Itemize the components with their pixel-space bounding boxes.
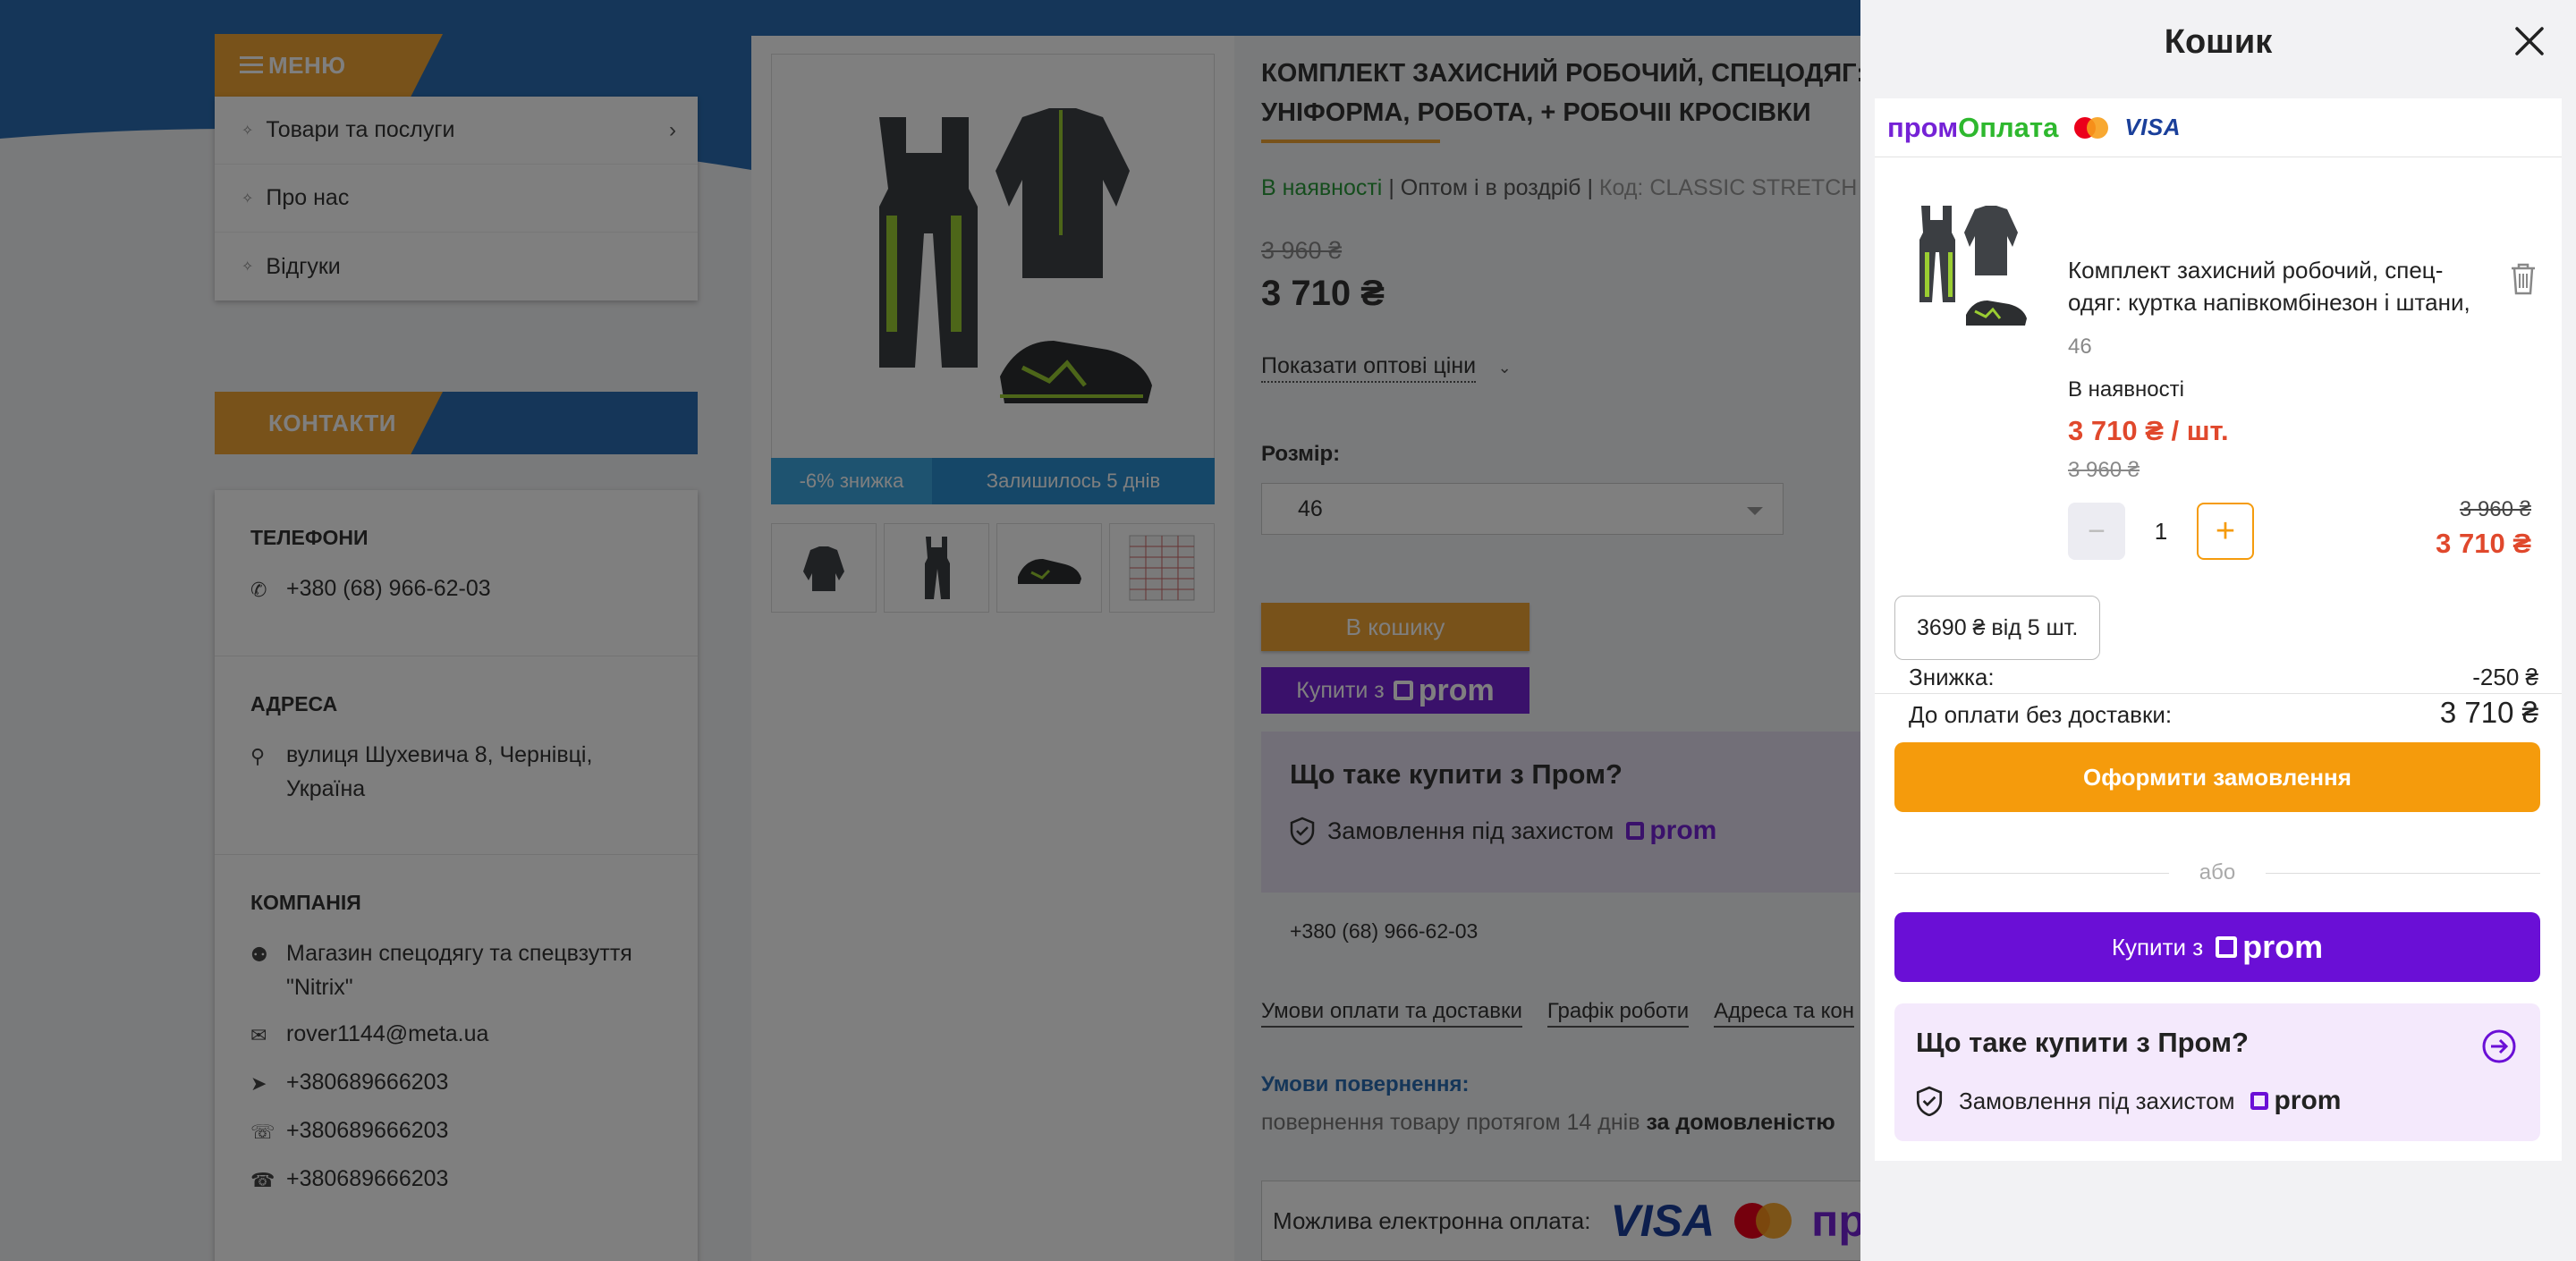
arrow-right-circle-icon[interactable] [2481,1028,2517,1064]
cart-item-image[interactable] [1903,190,2038,347]
visa-logo: VISA [2124,114,2182,140]
cart-item-unit-price: 3 710 ₴ / шт. [2068,415,2229,446]
cart-item-name[interactable]: Комплект захисний робочий, спец-одяг: ку… [2068,254,2488,318]
quantity-decrease-button[interactable]: − [2068,503,2125,560]
cart-item-size: 46 [2068,334,2092,359]
quantity-value[interactable]: 1 [2143,503,2179,560]
trash-icon[interactable] [2508,261,2538,297]
discount-row: Знижка: -250 ₴ [1909,664,2538,691]
quantity-increase-button[interactable]: + [2197,503,2254,560]
checkout-button[interactable]: Оформити замовлення [1894,742,2540,812]
buy-with-label: Купити з [2111,933,2204,961]
discount-value: -250 ₴ [2472,664,2538,690]
cart-item: Комплект захисний робочий, спец-одяг: ку… [1875,157,2562,694]
payment-methods-strip: промОплата VISA [1875,98,2562,157]
mastercard-icon [2074,116,2109,139]
cart-drawer: Кошик промОплата VISA Комплект захисний … [1860,0,2576,1261]
close-icon[interactable] [2513,25,2546,57]
cart-item-stock: В наявності [2068,377,2184,402]
cart-item-total: 3 710 ₴ [2436,528,2531,559]
modal-backdrop[interactable] [0,0,1860,1261]
cart-title: Кошик [2164,22,2273,61]
protected-order-label: Замовлення під захистом [1959,1087,2235,1114]
to-pay-label: До оплати без доставки: [1909,701,2173,728]
prom-logo: prom [2250,1086,2341,1116]
to-pay-row: До оплати без доставки: 3 710 ₴ [1909,696,2538,730]
to-pay-value: 3 710 ₴ [2439,696,2538,729]
what-is-prom-box[interactable]: Що таке купити з Пром? Замовлення під за… [1894,1003,2540,1141]
cart-card: промОплата VISA Комплект захисний робочи… [1875,98,2562,1161]
buy-with-prom-button[interactable]: Купити з prom [1894,912,2540,982]
cart-item-total-old: 3 960 ₴ [2459,497,2531,521]
prom-logo: prom [2216,928,2323,966]
what-is-prom-title: Що таке купити з Пром? [1916,1027,2249,1058]
cart-item-old-price: 3 960 ₴ [2068,458,2140,482]
or-divider: або [1894,860,2541,885]
shield-check-icon [1916,1086,1943,1116]
discount-label: Знижка: [1909,664,1995,690]
bulk-price-offer[interactable]: 3690 ₴ від 5 шт. [1894,596,2101,660]
prompay-logo: промОплата [1887,111,2059,143]
